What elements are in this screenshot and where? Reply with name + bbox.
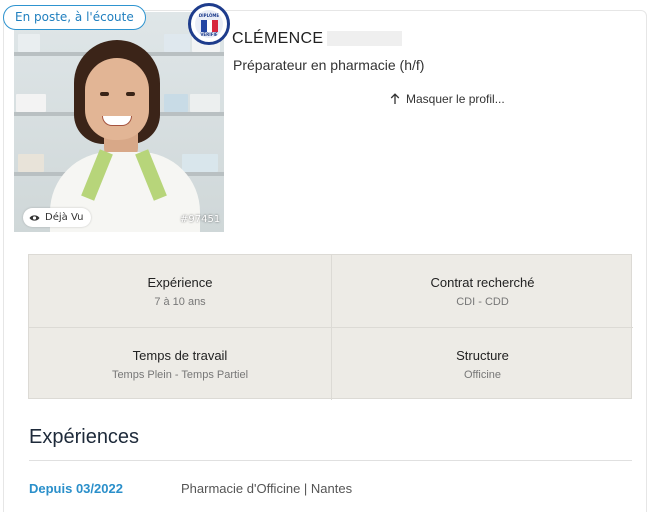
- info-grid: Expérience 7 à 10 ans Contrat recherché …: [28, 254, 633, 400]
- hide-profile-label: Masquer le profil...: [406, 92, 505, 106]
- info-cell-structure: Structure Officine: [331, 327, 633, 400]
- shelf-product: [18, 154, 44, 172]
- seal-inner: DIPLÔME VÉRIFIÉ: [195, 10, 223, 38]
- seal-bottom-text: VÉRIFIÉ: [200, 32, 218, 37]
- info-cell-experience: Expérience 7 à 10 ans: [29, 255, 331, 327]
- info-cell-contract: Contrat recherché CDI - CDD: [331, 255, 633, 327]
- candidate-name: CLÉMENCE: [232, 30, 324, 47]
- arrow-up-icon: [390, 93, 400, 104]
- shelf-product: [18, 34, 40, 52]
- deja-vu-badge: Déjà Vu: [23, 208, 92, 227]
- photo-eye: [100, 92, 109, 96]
- hide-profile-link[interactable]: Masquer le profil...: [390, 92, 505, 106]
- info-value: CDI - CDD: [456, 295, 509, 308]
- info-label: Contrat recherché: [430, 274, 535, 290]
- redacted-last-name: [327, 31, 402, 46]
- eye-icon: [29, 214, 40, 221]
- info-label: Expérience: [147, 274, 213, 290]
- shelf-product: [16, 94, 46, 112]
- status-badge: En poste, à l'écoute: [3, 5, 146, 30]
- seal-top-text: DIPLÔME: [198, 13, 220, 18]
- shelf-product: [190, 94, 220, 112]
- reference-number: #97451: [180, 214, 221, 225]
- photo-face: [85, 58, 149, 140]
- deja-vu-label: Déjà Vu: [45, 212, 84, 223]
- section-divider: [29, 460, 632, 461]
- info-label: Temps de travail: [132, 347, 228, 363]
- candidate-photo[interactable]: [14, 12, 224, 232]
- info-value: Temps Plein - Temps Partiel: [111, 368, 249, 381]
- shelf-product: [182, 154, 218, 172]
- photo-eye: [126, 92, 135, 96]
- job-title: Préparateur en pharmacie (h/f): [233, 57, 425, 73]
- info-value: Officine: [463, 368, 502, 381]
- diploma-verified-seal: DIPLÔME VÉRIFIÉ: [188, 3, 230, 45]
- info-value: 7 à 10 ans: [154, 295, 206, 308]
- info-cell-work-time: Temps de travail Temps Plein - Temps Par…: [29, 327, 331, 400]
- experience-date: Depuis 03/2022: [29, 481, 123, 496]
- flag-red: [212, 20, 218, 32]
- shelf-product: [164, 34, 190, 52]
- experience-place: Pharmacie d'Officine | Nantes: [181, 481, 353, 496]
- experiences-heading: Expériences: [29, 426, 140, 448]
- shelf-product: [164, 94, 188, 112]
- info-label: Structure: [456, 347, 509, 363]
